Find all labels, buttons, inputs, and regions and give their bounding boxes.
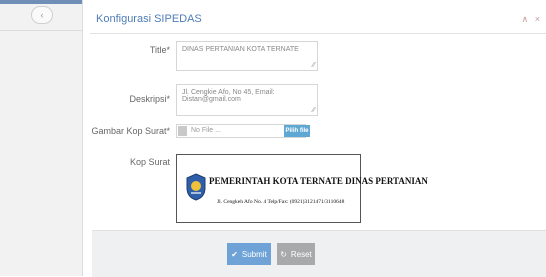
title-value: DINAS PERTANIAN KOTA TERNATE — [182, 46, 299, 53]
gambar-kop-label: Gambar Kop Surat* — [91, 126, 170, 136]
reset-button[interactable]: ↻ Reset — [277, 243, 315, 265]
deskripsi-value: Jl. Cengkie Afo, No 45, Email: Distan@gm… — [182, 89, 275, 103]
resize-grip-icon[interactable]: ⁄⁄ — [313, 107, 315, 114]
title-textarea[interactable]: DINAS PERTANIAN KOTA TERNATE ⁄⁄ — [176, 41, 318, 71]
panel-title: Konfigurasi SIPEDAS — [96, 13, 202, 25]
kop-title: PEMERINTAH KOTA TERNATE DINAS PERTANIAN — [209, 176, 428, 186]
ternate-emblem-icon — [186, 173, 206, 201]
submit-button[interactable]: ✔ Submit — [227, 243, 271, 265]
sidebar-toggle-button[interactable]: ‹ — [31, 6, 53, 24]
deskripsi-textarea[interactable]: Jl. Cengkie Afo, No 45, Email: Distan@gm… — [176, 84, 318, 116]
chevron-left-icon: ‹ — [40, 10, 44, 20]
form-actions: ✔ Submit ↻ Reset — [92, 230, 546, 277]
reset-label: Reset — [290, 249, 312, 259]
sidebar-divider — [0, 30, 82, 31]
kop-address: Jl. Cengkeh Afo No. 4 Telp/Fax: (0921)31… — [217, 199, 345, 205]
file-placeholder: No File ... — [191, 127, 221, 134]
kop-surat-label: Kop Surat — [129, 157, 170, 167]
choose-file-button[interactable]: Pilih file — [284, 125, 310, 137]
refresh-icon: ↻ — [280, 249, 287, 259]
collapse-close-icons[interactable]: ∧ × — [522, 14, 542, 25]
sidebar: ‹ — [0, 0, 83, 276]
panel-header: Konfigurasi SIPEDAS ∧ × — [90, 7, 546, 34]
deskripsi-label: Deskripsi* — [129, 94, 170, 104]
config-panel: Konfigurasi SIPEDAS ∧ × Title* DINAS PER… — [90, 0, 546, 277]
resize-grip-icon[interactable]: ⁄⁄ — [313, 62, 315, 69]
kop-surat-preview: PEMERINTAH KOTA TERNATE DINAS PERTANIAN … — [176, 154, 428, 223]
sidebar-top-bar — [0, 0, 82, 4]
submit-label: Submit — [241, 249, 267, 259]
file-icon — [178, 126, 187, 136]
check-icon: ✔ — [231, 249, 238, 259]
title-label: Title* — [149, 45, 170, 55]
